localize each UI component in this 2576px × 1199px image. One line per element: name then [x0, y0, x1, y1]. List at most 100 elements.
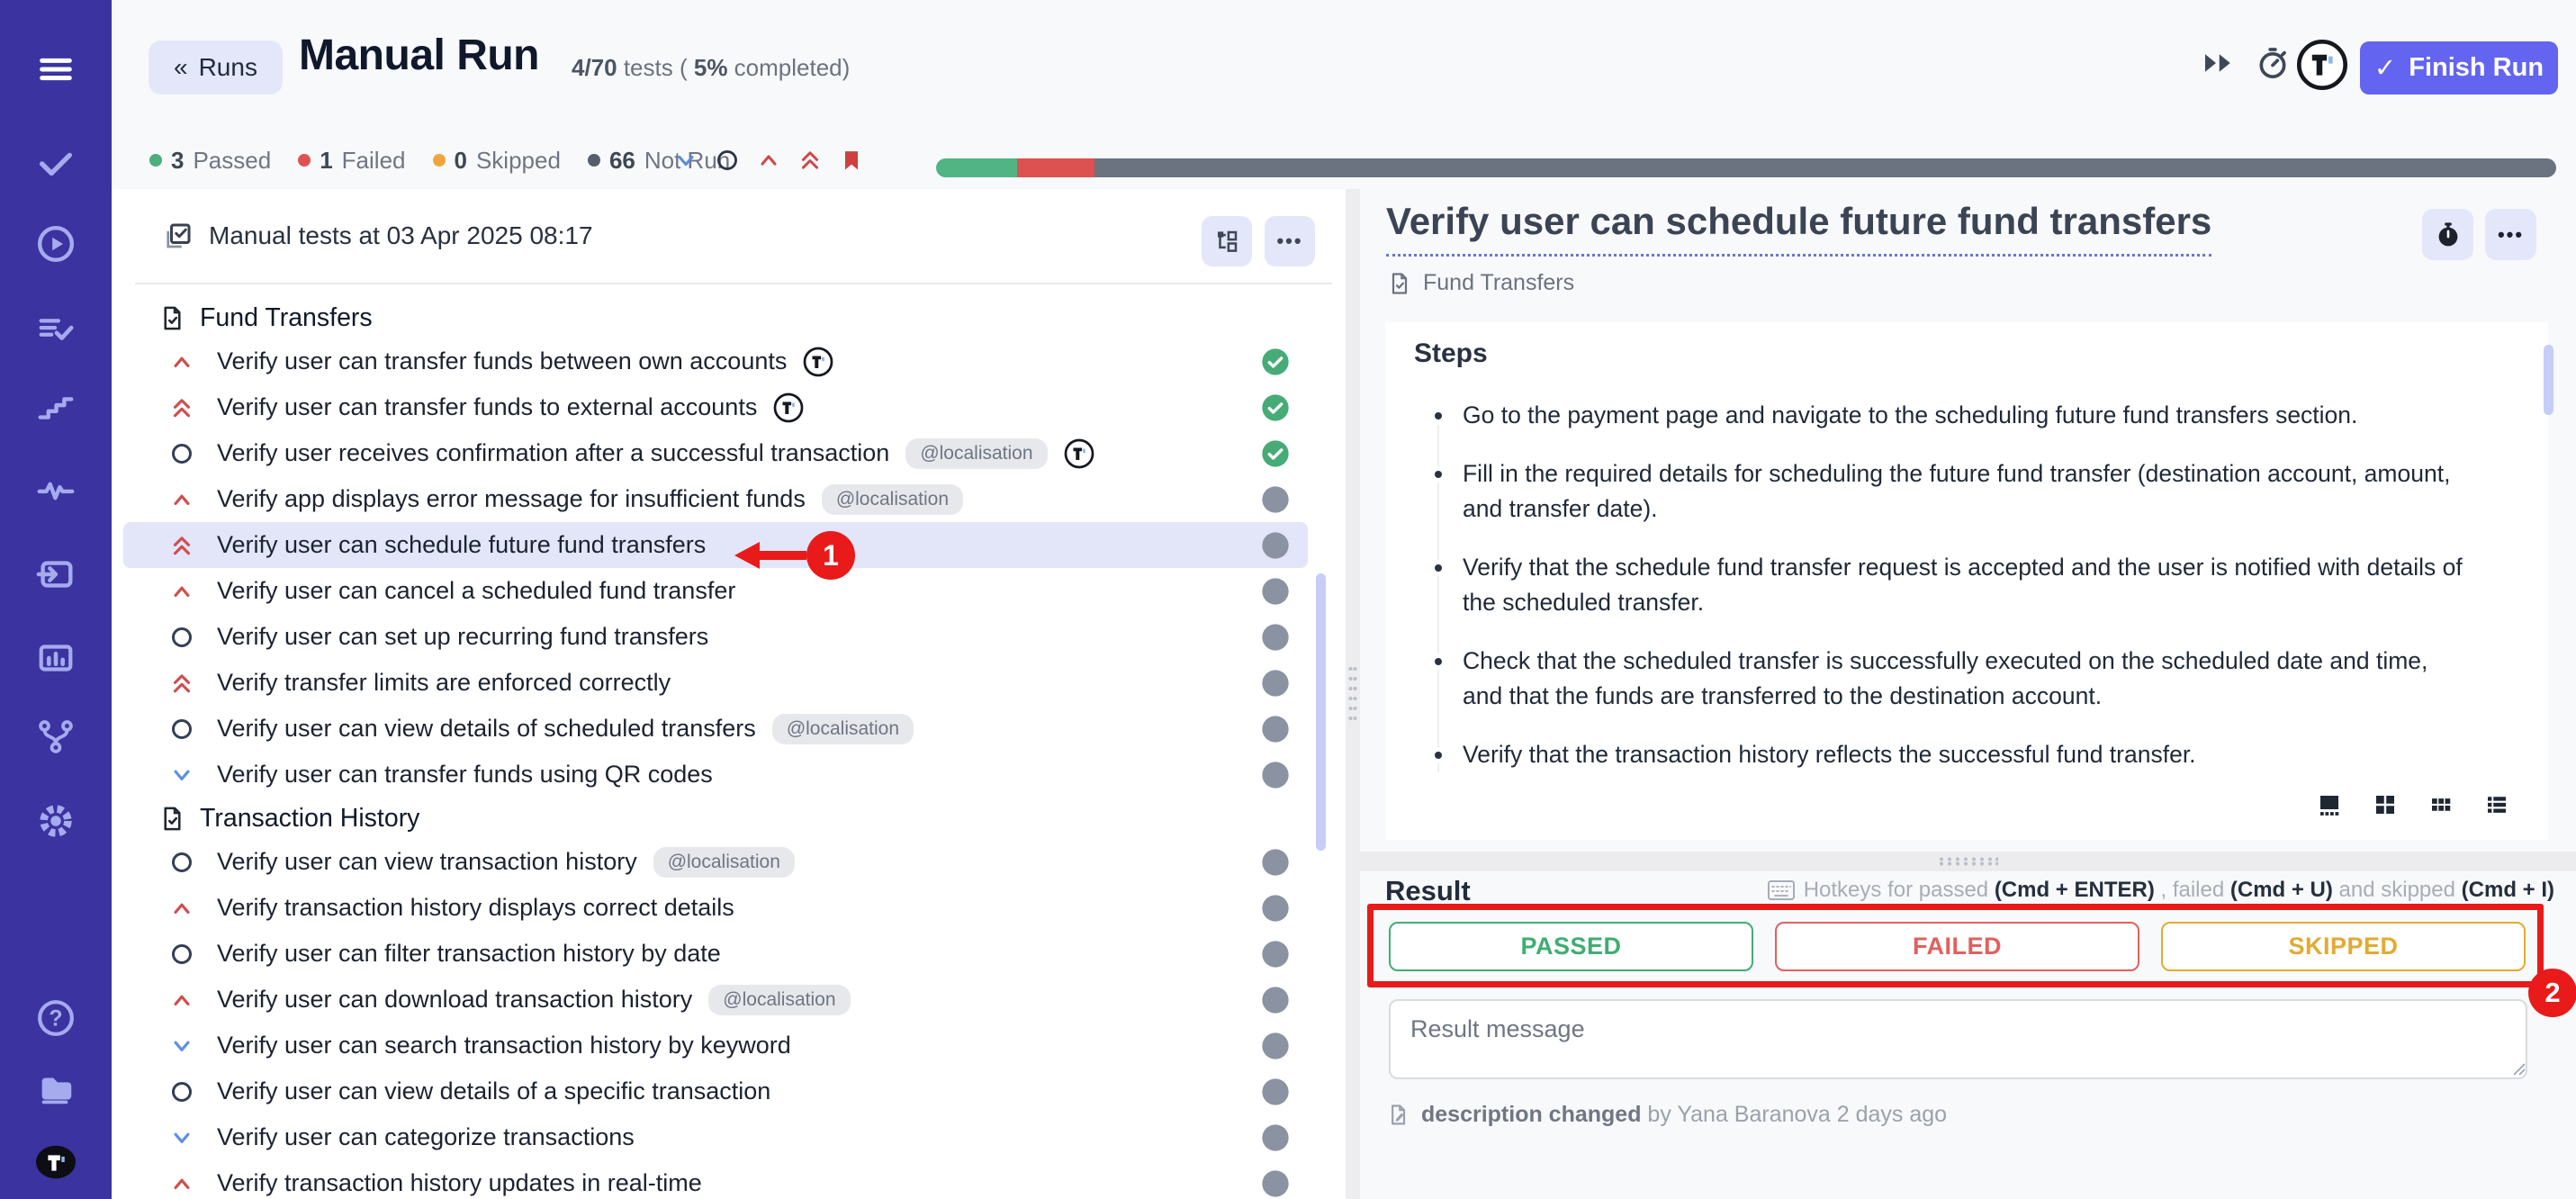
passed-dot-icon — [149, 154, 162, 167]
test-row[interactable]: Verify user can view details of a specif… — [123, 1068, 1308, 1114]
test-row[interactable]: Verify user can search transaction histo… — [123, 1023, 1308, 1068]
activity-log-entry: description changed by Yana Baranova 2 d… — [1385, 1102, 1947, 1128]
timer-button[interactable] — [2422, 209, 2473, 260]
test-title: Verify user receives confirmation after … — [217, 439, 889, 467]
back-to-runs-button[interactable]: «Runs — [149, 41, 283, 95]
help-icon[interactable]: ? — [34, 996, 77, 1040]
skipped-dot-icon — [433, 154, 446, 167]
filter-high-priority-icon[interactable] — [756, 148, 781, 173]
status-passed-icon — [1261, 347, 1290, 376]
reports-icon[interactable] — [34, 636, 77, 680]
finish-run-button[interactable]: ✓Finish Run — [2360, 41, 2558, 95]
filter-critical-priority-icon[interactable] — [797, 148, 823, 173]
test-row[interactable]: Verify user can view transaction history… — [123, 839, 1308, 885]
test-title: Verify user can set up recurring fund tr… — [217, 623, 708, 651]
grid-2x2-view-icon[interactable] — [2372, 791, 2399, 818]
test-row[interactable]: Verify user can transfer funds to extern… — [123, 384, 1308, 430]
panel-resize-handle[interactable] — [1346, 189, 1360, 1199]
mark-failed-button[interactable]: FAILED — [1775, 922, 2139, 971]
tests-mid: tests ( — [617, 54, 694, 81]
status-notrun-icon — [1261, 715, 1290, 744]
steps-icon[interactable] — [34, 386, 77, 429]
run-play-icon[interactable] — [34, 222, 77, 266]
run-title: Manual tests at 03 Apr 2025 08:17 — [209, 221, 593, 250]
status-notrun-icon — [1261, 669, 1290, 698]
test-row[interactable]: Verify user can download transaction his… — [123, 977, 1308, 1023]
test-detail-panel: Verify user can schedule future fund tra… — [1360, 189, 2576, 1199]
test-row[interactable]: Verify user can categorize transactions — [123, 1114, 1308, 1160]
priority-high-icon — [168, 895, 195, 922]
import-icon[interactable] — [34, 553, 77, 596]
test-row[interactable]: Verify user can view details of schedule… — [123, 706, 1308, 752]
menu-icon[interactable] — [34, 48, 77, 91]
analytics-pulse-icon[interactable] — [34, 468, 77, 511]
hotkeys-text: Hotkeys for passed — [1804, 878, 1995, 902]
failed-summary: 1Failed — [298, 147, 405, 175]
testomat-logo-icon — [1064, 438, 1094, 469]
test-row[interactable]: Verify app displays error message for in… — [123, 476, 1308, 522]
app-logo-icon[interactable] — [34, 1140, 77, 1184]
single-view-icon[interactable] — [2316, 791, 2343, 818]
suite-doc-icon — [158, 805, 186, 833]
suite-doc-icon — [1387, 271, 1412, 296]
status-notrun-icon — [1261, 577, 1290, 606]
list-more-options-button[interactable]: ••• — [1265, 216, 1315, 266]
suite-breadcrumb-label: Fund Transfers — [1423, 270, 1574, 296]
test-plans-icon[interactable] — [34, 308, 77, 351]
svg-text:?: ? — [49, 1006, 62, 1032]
steps-result-resize-handle[interactable] — [1360, 852, 2576, 871]
skipped-summary: 0Skipped — [433, 147, 561, 175]
projects-folder-icon[interactable] — [34, 1068, 77, 1111]
percent-completed: 5% — [694, 54, 728, 81]
mark-passed-button[interactable]: PASSED — [1389, 922, 1753, 971]
step-item: Verify that the transaction history refl… — [1428, 737, 2472, 772]
timer-icon[interactable] — [2255, 45, 2291, 81]
testomat-logo-icon[interactable] — [2297, 40, 2347, 90]
filter-low-priority-icon[interactable] — [673, 148, 698, 173]
test-row[interactable]: Verify user can filter transaction histo… — [123, 931, 1308, 977]
suite-header[interactable]: Transaction History — [112, 798, 1346, 839]
test-row[interactable]: Verify user can cancel a scheduled fund … — [123, 568, 1308, 614]
test-row[interactable]: Verify user receives confirmation after … — [123, 430, 1308, 476]
test-row[interactable]: Verify transaction history displays corr… — [123, 885, 1308, 931]
fast-forward-icon[interactable] — [2202, 52, 2235, 79]
run-progress-summary: 4/70 tests ( 5% completed) — [572, 54, 850, 82]
tests-count: 4/70 — [572, 54, 617, 81]
test-row[interactable]: Verify user can transfer funds between o… — [123, 338, 1308, 384]
progress-failed-segment — [1017, 158, 1094, 177]
filter-normal-priority-icon[interactable] — [715, 148, 740, 173]
steps-scrollbar-thumb[interactable] — [2544, 345, 2553, 415]
status-notrun-icon — [1261, 1123, 1290, 1152]
suite-header[interactable]: Fund Transfers — [112, 297, 1346, 338]
run-checklist-icon — [162, 220, 194, 252]
test-row[interactable]: Verify user can set up recurring fund tr… — [123, 614, 1308, 660]
sidebar: ? — [0, 0, 112, 1199]
results-check-icon[interactable] — [34, 141, 77, 185]
grid-3x2-view-icon[interactable] — [2427, 791, 2454, 818]
suite-breadcrumb[interactable]: Fund Transfers — [1387, 270, 1574, 296]
status-notrun-icon — [1261, 1032, 1290, 1060]
hotkey-passed: (Cmd + ENTER) — [1995, 878, 2155, 902]
test-row[interactable]: Verify user can transfer funds using QR … — [123, 752, 1308, 798]
test-row[interactable]: Verify transfer limits are enforced corr… — [123, 660, 1308, 706]
filter-bookmark-icon[interactable] — [839, 148, 864, 173]
activity-meta: by Yana Baranova 2 days ago — [1641, 1102, 1947, 1127]
hotkeys-hint: Hotkeys for passed (Cmd + ENTER) , faile… — [1768, 878, 2554, 903]
list-view-icon[interactable] — [2483, 791, 2510, 818]
test-row[interactable]: Verify user can schedule future fund tra… — [123, 522, 1308, 568]
finish-run-label: Finish Run — [2409, 53, 2544, 83]
list-scrollbar-thumb[interactable] — [1316, 573, 1326, 851]
result-message-input[interactable] — [1389, 999, 2527, 1079]
mark-skipped-button[interactable]: SKIPPED — [2161, 922, 2526, 971]
branches-icon[interactable] — [34, 715, 77, 758]
settings-gear-icon[interactable] — [34, 799, 77, 843]
test-row[interactable]: Verify transaction history updates in re… — [123, 1160, 1308, 1199]
test-detail-title[interactable]: Verify user can schedule future fund tra… — [1386, 200, 2211, 257]
activity-action: description changed — [1421, 1102, 1641, 1127]
priority-normal-icon — [168, 624, 195, 651]
notrun-count: 66 — [609, 147, 635, 175]
progress-passed-segment — [936, 158, 1017, 177]
group-by-suite-button[interactable] — [1202, 216, 1252, 266]
status-notrun-icon — [1261, 848, 1290, 877]
detail-more-options-button[interactable]: ••• — [2485, 209, 2536, 260]
